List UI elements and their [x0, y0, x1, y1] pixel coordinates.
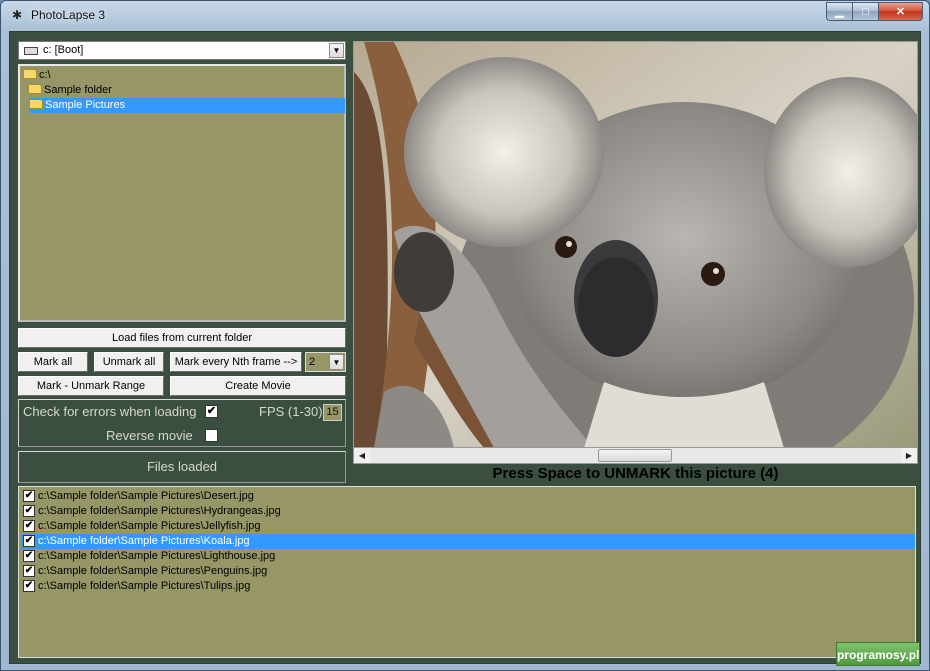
maximize-button[interactable]: □: [853, 2, 879, 21]
file-checkbox[interactable]: ✔: [23, 535, 35, 547]
folder-open-icon: [29, 99, 43, 109]
folder-icon: [23, 69, 37, 79]
drive-select-value: c: [Boot]: [43, 44, 84, 56]
folder-tree[interactable]: c:\ Sample folder Sample Pictures: [18, 64, 346, 322]
file-path: c:\Sample folder\Sample Pictures\Tulips.…: [38, 580, 251, 592]
mark-unmark-range-button[interactable]: Mark - Unmark Range: [18, 376, 164, 396]
file-row[interactable]: ✔ c:\Sample folder\Sample Pictures\Jelly…: [21, 519, 915, 534]
file-path: c:\Sample folder\Sample Pictures\Jellyfi…: [38, 520, 261, 532]
close-button[interactable]: ✕: [879, 2, 923, 21]
koala-photo: [354, 42, 917, 448]
create-movie-button[interactable]: Create Movie: [170, 376, 346, 396]
file-row[interactable]: ✔ c:\Sample folder\Sample Pictures\Koala…: [21, 534, 915, 549]
chevron-down-icon[interactable]: ▼: [329, 43, 344, 58]
maximize-icon: □: [862, 5, 869, 18]
client-area: c: [Boot] ▼ c:\ Sample folder Sample Pic…: [9, 31, 921, 664]
watermark-logo: programosy.pl: [836, 642, 920, 666]
fps-input[interactable]: 15: [323, 404, 342, 421]
chevron-down-icon[interactable]: ▼: [329, 354, 344, 370]
drive-icon: [24, 47, 38, 55]
file-checkbox[interactable]: ✔: [23, 505, 35, 517]
tree-item-sample-pictures[interactable]: Sample Pictures: [29, 98, 345, 113]
mark-all-button[interactable]: Mark all: [18, 352, 88, 372]
status-label: Files loaded: [18, 451, 346, 483]
reverse-movie-checkbox[interactable]: [205, 429, 218, 442]
file-row[interactable]: ✔ c:\Sample folder\Sample Pictures\Light…: [21, 549, 915, 564]
scrollbar-thumb[interactable]: [598, 449, 672, 462]
unmark-hint: Press Space to UNMARK this picture (4): [492, 465, 779, 482]
close-icon: ✕: [895, 6, 906, 18]
unmark-all-button[interactable]: Unmark all: [94, 352, 164, 372]
file-row[interactable]: ✔ c:\Sample folder\Sample Pictures\Pengu…: [21, 564, 915, 579]
file-row[interactable]: ✔ c:\Sample folder\Sample Pictures\Hydra…: [21, 504, 915, 519]
folder-icon: [28, 84, 42, 94]
check-errors-checkbox[interactable]: ✔: [205, 405, 218, 418]
file-checkbox[interactable]: ✔: [23, 550, 35, 562]
check-errors-label: Check for errors when loading: [23, 404, 197, 419]
options-panel: Check for errors when loading ✔ FPS (1-3…: [18, 399, 346, 447]
preview-scrollbar[interactable]: ◀ ▶: [353, 447, 918, 464]
bug-icon: ✱: [11, 8, 23, 22]
file-path: c:\Sample folder\Sample Pictures\Lightho…: [38, 550, 276, 562]
scroll-right-icon[interactable]: ▶: [901, 448, 917, 463]
tree-item-root[interactable]: c:\: [23, 68, 51, 83]
minimize-icon: ▁: [835, 6, 844, 18]
app-window: ✱ PhotoLapse 3 ▁ □ ✕ c: [Boot] ▼ c:\ Sam…: [0, 0, 930, 671]
minimize-button[interactable]: ▁: [826, 2, 853, 21]
reverse-movie-label: Reverse movie: [106, 428, 193, 443]
file-row[interactable]: ✔ c:\Sample folder\Sample Pictures\Tulip…: [21, 579, 915, 594]
caption-buttons: ▁ □ ✕: [826, 2, 923, 21]
title-bar[interactable]: ✱ PhotoLapse 3 ▁ □ ✕: [1, 1, 929, 31]
file-path: c:\Sample folder\Sample Pictures\Penguin…: [38, 565, 268, 577]
mark-every-nth-button[interactable]: Mark every Nth frame -->: [170, 352, 302, 372]
file-path: c:\Sample folder\Sample Pictures\Hydrang…: [38, 505, 281, 517]
picture-preview[interactable]: [353, 41, 918, 449]
file-path: c:\Sample folder\Sample Pictures\Desert.…: [38, 490, 254, 502]
window-title: PhotoLapse 3: [31, 8, 106, 22]
fps-label: FPS (1-30): [259, 404, 323, 419]
file-checkbox[interactable]: ✔: [23, 580, 35, 592]
file-checkbox[interactable]: ✔: [23, 565, 35, 577]
file-row[interactable]: ✔ c:\Sample folder\Sample Pictures\Deser…: [21, 489, 915, 504]
nth-frame-value: 2: [309, 356, 316, 368]
load-files-button[interactable]: Load files from current folder: [18, 328, 346, 348]
nth-frame-select[interactable]: 2 ▼: [305, 352, 346, 372]
file-list[interactable]: ✔ c:\Sample folder\Sample Pictures\Deser…: [18, 486, 916, 658]
tree-item-sample-folder[interactable]: Sample folder: [28, 83, 112, 98]
scroll-left-icon[interactable]: ◀: [354, 448, 370, 463]
drive-select[interactable]: c: [Boot] ▼: [18, 41, 346, 60]
file-checkbox[interactable]: ✔: [23, 490, 35, 502]
file-path: c:\Sample folder\Sample Pictures\Koala.j…: [38, 535, 250, 547]
file-checkbox[interactable]: ✔: [23, 520, 35, 532]
